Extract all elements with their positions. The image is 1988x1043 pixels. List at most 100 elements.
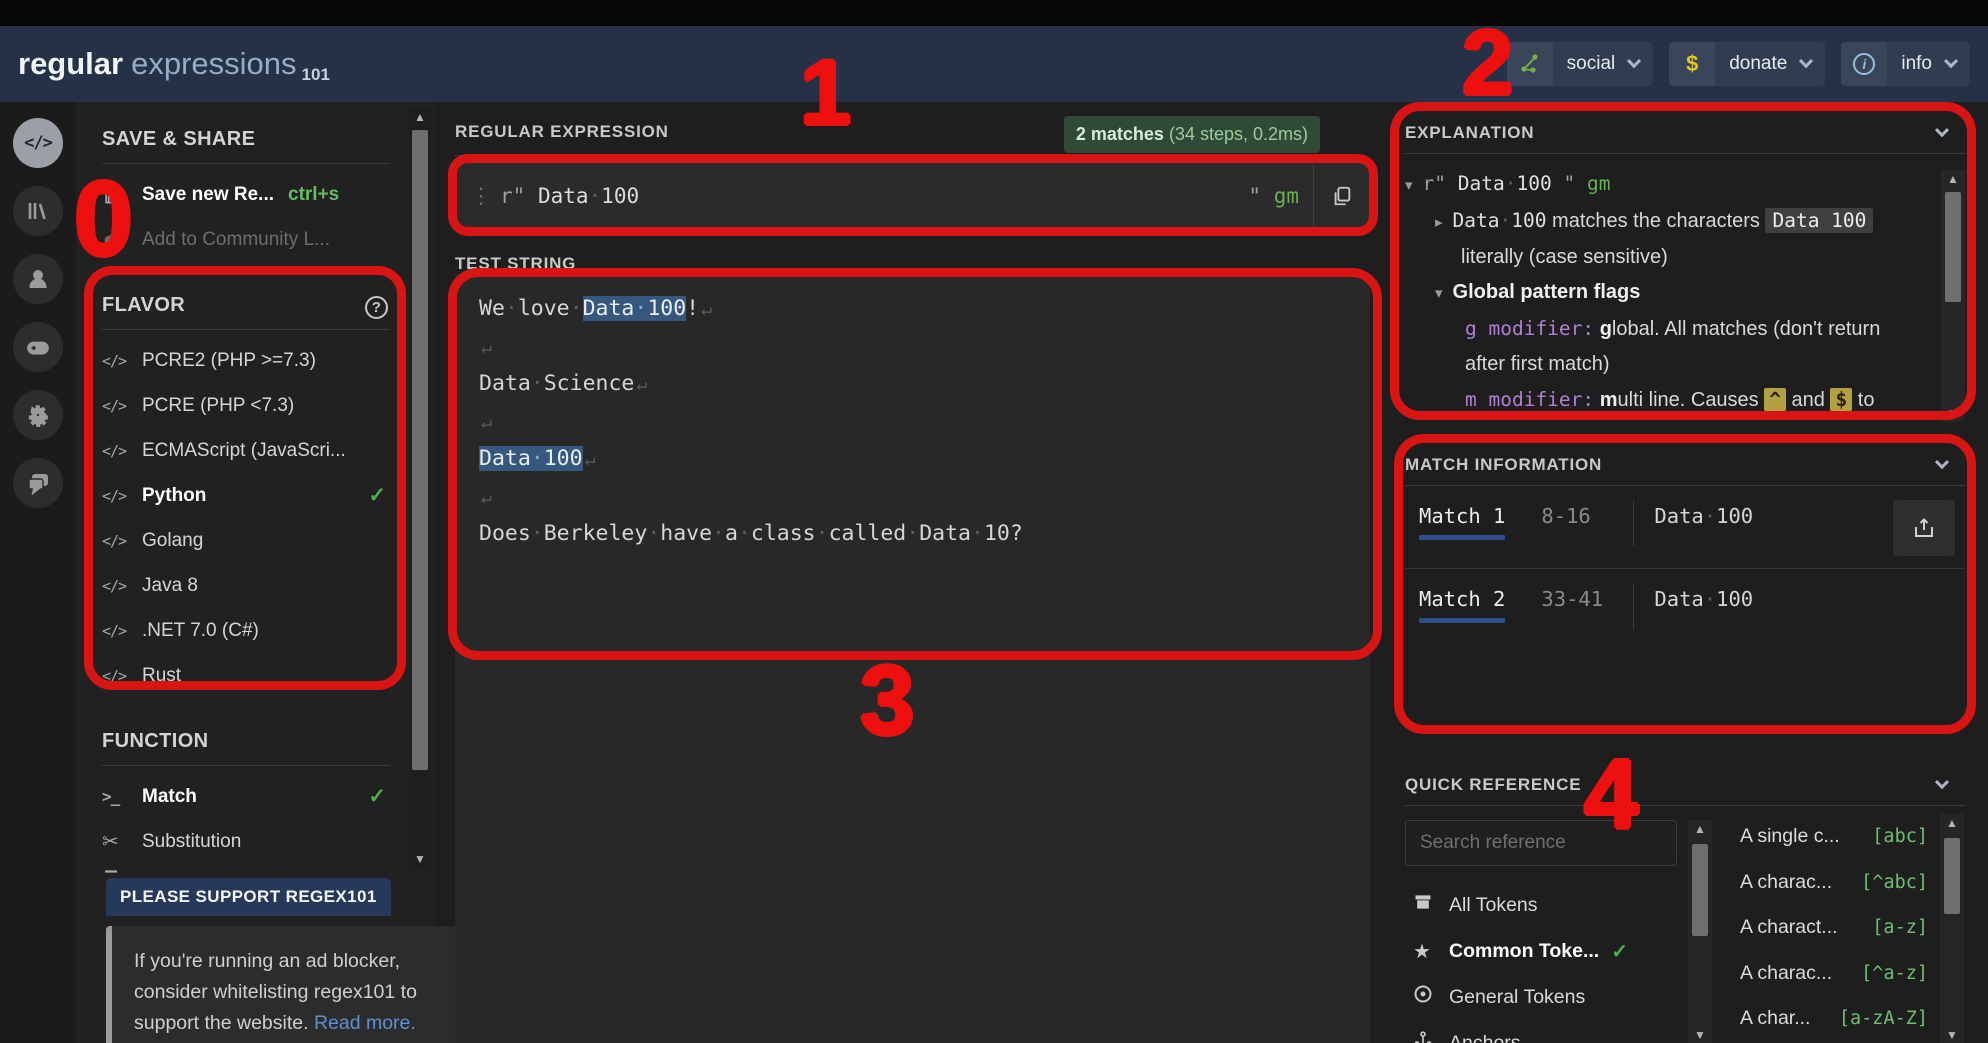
read-more-link[interactable]: Read more. [314,1012,416,1034]
sidebar: SAVE & SHARE Save new Re... ctrl+s Add t… [76,102,435,1043]
token-description: A char... [1740,1007,1810,1030]
test-string-editor[interactable]: We·love·Data·100!↵↵Data·Science↵↵Data·10… [455,274,1370,1043]
quick-reference-header[interactable]: QUICK REFERENCE [1405,764,1965,806]
triangle-down-icon[interactable]: ▾ [1435,285,1443,302]
function-item-substitution[interactable]: ✂Substitution [102,819,390,864]
export-matches-button[interactable] [1893,500,1955,556]
match-row[interactable]: Match 233-41Data·100 [1405,569,1965,641]
token-item[interactable]: A charact...[a-z] [1740,905,1928,951]
function-item-match[interactable]: >_Match✓ [102,774,390,819]
anchor-icon [1405,1030,1449,1043]
scrollbar-thumb[interactable] [1944,838,1960,914]
explanation-header[interactable]: EXPLANATION [1405,112,1965,154]
navbar-menu-info[interactable]: iinfo [1841,42,1970,86]
scroll-down-arrow[interactable]: ▼ [409,852,431,866]
token-scrollbar[interactable]: ▲ ▼ [1940,814,1964,1043]
scrollbar-thumb[interactable] [412,130,428,770]
rail-library-button[interactable] [13,186,63,236]
space-dot: · [1500,209,1512,232]
space-dot: · [647,521,660,546]
regex-pattern[interactable]: Data·100 [538,184,639,208]
scrollbar-thumb[interactable] [1692,844,1708,936]
flavor-item-python[interactable]: </>Python✓ [102,473,390,518]
search-reference-input[interactable] [1405,820,1677,866]
navbar-menu-donate[interactable]: $donate [1669,42,1825,86]
dollar-icon: $ [1669,42,1715,86]
category-general-tokens[interactable]: General Tokens [1405,974,1677,1020]
triangle-right-icon[interactable]: ▸ [1435,214,1443,231]
explanation-segment: to [1852,389,1874,411]
sidebar-scrollbar[interactable]: ▲ ▼ [409,108,431,870]
token-item[interactable]: A char...[a-zA-Z] [1740,996,1928,1042]
save-new-regex-button[interactable]: Save new Re... ctrl+s [102,172,390,217]
copy-icon [1331,184,1353,208]
logo-expressions: expressions [131,46,296,82]
match-info-header[interactable]: MATCH INFORMATION [1405,444,1965,486]
chevron-down-icon[interactable] [1935,775,1949,789]
category-all-tokens[interactable]: All Tokens [1405,882,1677,928]
scroll-up-arrow[interactable]: ▲ [1688,822,1712,836]
token-item[interactable]: A charac...[^abc] [1740,860,1928,906]
token-item[interactable]: A charac...[^a-z] [1740,951,1928,997]
space-dot: · [634,296,647,321]
support-notice: PLEASE SUPPORT REGEX101 If you're runnin… [106,878,436,1043]
category-anchors[interactable]: Anchors [1405,1020,1677,1043]
scrollbar-thumb[interactable] [1945,192,1961,302]
scroll-up-arrow[interactable]: ▲ [1940,816,1964,830]
flavor-item-golang[interactable]: </>Golang [102,518,390,563]
chevron-down-icon[interactable] [1935,123,1949,137]
flavor-item-ecmascript-javascri-[interactable]: </>ECMAScript (JavaScri... [102,428,390,473]
match-count-badge: 2 matches (34 steps, 0.2ms) [1064,116,1320,153]
newline-icon: ↵ [636,374,647,395]
flavor-item-pcre-php-7-3-[interactable]: </>PCRE (PHP <7.3) [102,383,390,428]
scroll-down-arrow[interactable]: ▼ [1940,1028,1964,1042]
flavor-item--net-7-0-c-[interactable]: </>.NET 7.0 (C#) [102,608,390,653]
rail-code-button[interactable]: </> [13,118,63,168]
scroll-up-arrow[interactable]: ▲ [1941,172,1965,186]
chevron-down-icon[interactable] [1935,455,1949,469]
match-label[interactable]: Match 1 [1419,504,1505,540]
drag-handle-icon[interactable]: ⋮ [456,184,500,209]
match-row[interactable]: Match 18-16Data·100 [1405,486,1965,558]
regex-delimiter-open: r" [500,184,538,208]
regex-flags[interactable]: gm [1274,184,1299,208]
explanation-content: ▾r" Data·100 " gm▸Data·100 matches the c… [1405,166,1965,418]
match-label[interactable]: Match 2 [1419,587,1505,623]
chevron-down-icon [1944,54,1958,68]
flavor-item-pcre2-php-7-3-[interactable]: </>PCRE2 (PHP >=7.3) [102,338,390,383]
flavor-list: </>PCRE2 (PHP >=7.3)</>PCRE (PHP <7.3)</… [102,330,390,704]
share-nodes-icon [1507,42,1553,86]
settings-gear-icon [26,403,50,427]
category-common-toke-[interactable]: ★Common Toke...✓ [1405,928,1677,974]
explanation-panel: EXPLANATION ▾r" Data·100 " gm▸Data·100 m… [1405,112,1965,422]
rail-user-button[interactable] [13,254,63,304]
match-highlight: Data·100 [583,296,687,321]
menu-label: social [1553,53,1626,75]
support-badge: PLEASE SUPPORT REGEX101 [106,878,391,916]
flavor-item-rust[interactable]: </>Rust [102,653,390,698]
space-dot: · [738,521,751,546]
category-scrollbar[interactable]: ▲ ▼ [1688,820,1712,1043]
token-item[interactable]: A single c...[abc] [1740,814,1928,860]
check-icon: ✓ [368,784,386,809]
match-underline [1419,535,1505,540]
rail-settings-gear-button[interactable] [13,390,63,440]
rail-chat-button[interactable] [13,458,63,508]
flavor-item-java-8[interactable]: </>Java 8 [102,563,390,608]
navbar-menu-social[interactable]: social [1507,42,1654,86]
flavor-help-icon[interactable]: ? [365,296,388,319]
scroll-down-arrow[interactable]: ▼ [1688,1028,1712,1042]
explanation-scrollbar[interactable]: ▲ ▼ [1941,170,1965,422]
triangle-down-icon[interactable]: ▾ [1405,177,1413,194]
match-value: Data·100 [1654,504,1753,528]
regex-input[interactable]: ⋮ r" Data·100 " gm [455,160,1370,232]
scroll-up-arrow[interactable]: ▲ [409,110,431,124]
token-category-list: All Tokens★Common Toke...✓General Tokens… [1405,882,1677,1043]
add-to-community-button[interactable]: Add to Community L... [102,217,390,262]
regex-section-header: REGULAR EXPRESSION 2 matches (34 steps, … [455,112,1345,156]
rail-gamepad-button[interactable] [13,322,63,372]
scroll-down-arrow[interactable]: ▼ [1941,406,1965,420]
match-info-panel: MATCH INFORMATION Match 18-16Data·100Mat… [1405,444,1965,734]
copy-regex-button[interactable] [1313,161,1369,231]
site-logo[interactable]: regular expressions 101 [18,46,330,82]
